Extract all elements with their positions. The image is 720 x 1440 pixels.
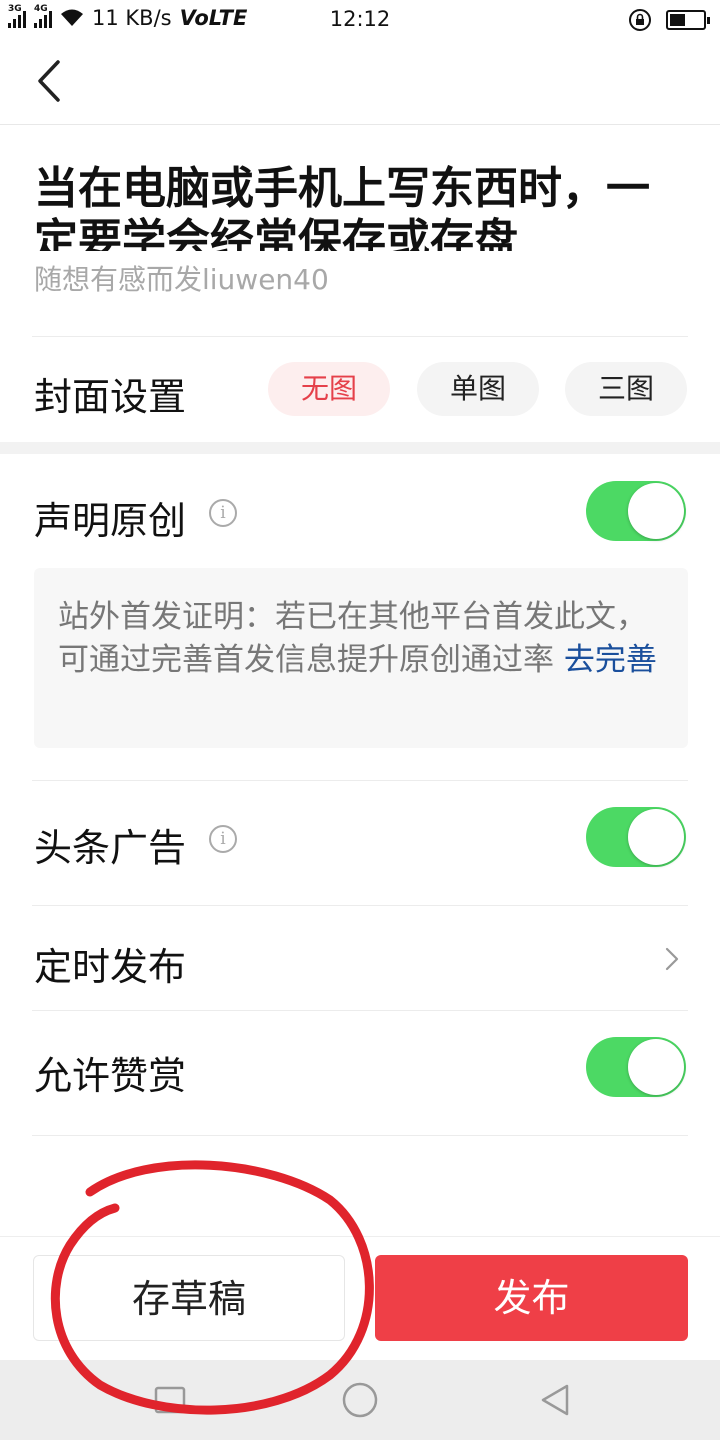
article-title: 当在电脑或手机上写东西时，一定要学会经常保存或存盘 xyxy=(34,163,650,251)
declare-original-label: 声明原创 xyxy=(34,499,187,543)
system-nav-bar xyxy=(0,1360,720,1440)
clock: 12:12 xyxy=(329,7,391,31)
ads-row: 头条广告 i xyxy=(0,781,720,905)
back-triangle-icon[interactable] xyxy=(535,1380,575,1420)
top-bar xyxy=(0,40,720,125)
reward-toggle[interactable] xyxy=(586,1037,686,1097)
save-draft-button[interactable]: 存草稿 xyxy=(33,1255,345,1341)
cover-option-triple[interactable]: 三图 xyxy=(565,362,687,416)
schedule-label: 定时发布 xyxy=(34,945,187,989)
info-icon[interactable]: i xyxy=(209,825,237,853)
reward-label: 允许赞赏 xyxy=(34,1054,187,1098)
info-icon[interactable]: i xyxy=(209,499,237,527)
chevron-right-icon[interactable] xyxy=(664,946,680,972)
reward-row: 允许赞赏 xyxy=(0,1011,720,1135)
complete-info-link[interactable]: 去完善 xyxy=(564,642,657,678)
cover-settings: 封面设置 无图 单图 三图 xyxy=(0,336,720,442)
cover-option-single[interactable]: 单图 xyxy=(417,362,539,416)
cover-option-none[interactable]: 无图 xyxy=(268,362,390,416)
recent-apps-icon[interactable] xyxy=(150,1380,190,1420)
action-bar: 存草稿 发布 xyxy=(0,1236,720,1360)
home-icon[interactable] xyxy=(340,1380,380,1420)
status-bar: 3G 4G 11 KB/s VoLTE 12:12 xyxy=(0,0,720,40)
battery-icon xyxy=(666,10,710,30)
rotation-lock-icon xyxy=(629,9,651,31)
schedule-row[interactable]: 定时发布 xyxy=(0,906,720,1010)
cover-settings-label: 封面设置 xyxy=(34,375,187,419)
publish-button[interactable]: 发布 xyxy=(375,1255,688,1341)
section-separator xyxy=(0,442,720,454)
author-name: 随想有感而发liuwen40 xyxy=(34,263,329,296)
declare-original-toggle[interactable] xyxy=(586,481,686,541)
chevron-left-icon[interactable] xyxy=(32,56,72,106)
first-publish-notice: 站外首发证明：若已在其他平台首发此文，可通过完善首发信息提升原创通过率 去完善 xyxy=(34,568,688,748)
divider xyxy=(32,1135,688,1136)
ads-toggle[interactable] xyxy=(586,807,686,867)
declare-original-row: 声明原创 i xyxy=(0,454,720,568)
ads-label: 头条广告 xyxy=(34,826,187,870)
